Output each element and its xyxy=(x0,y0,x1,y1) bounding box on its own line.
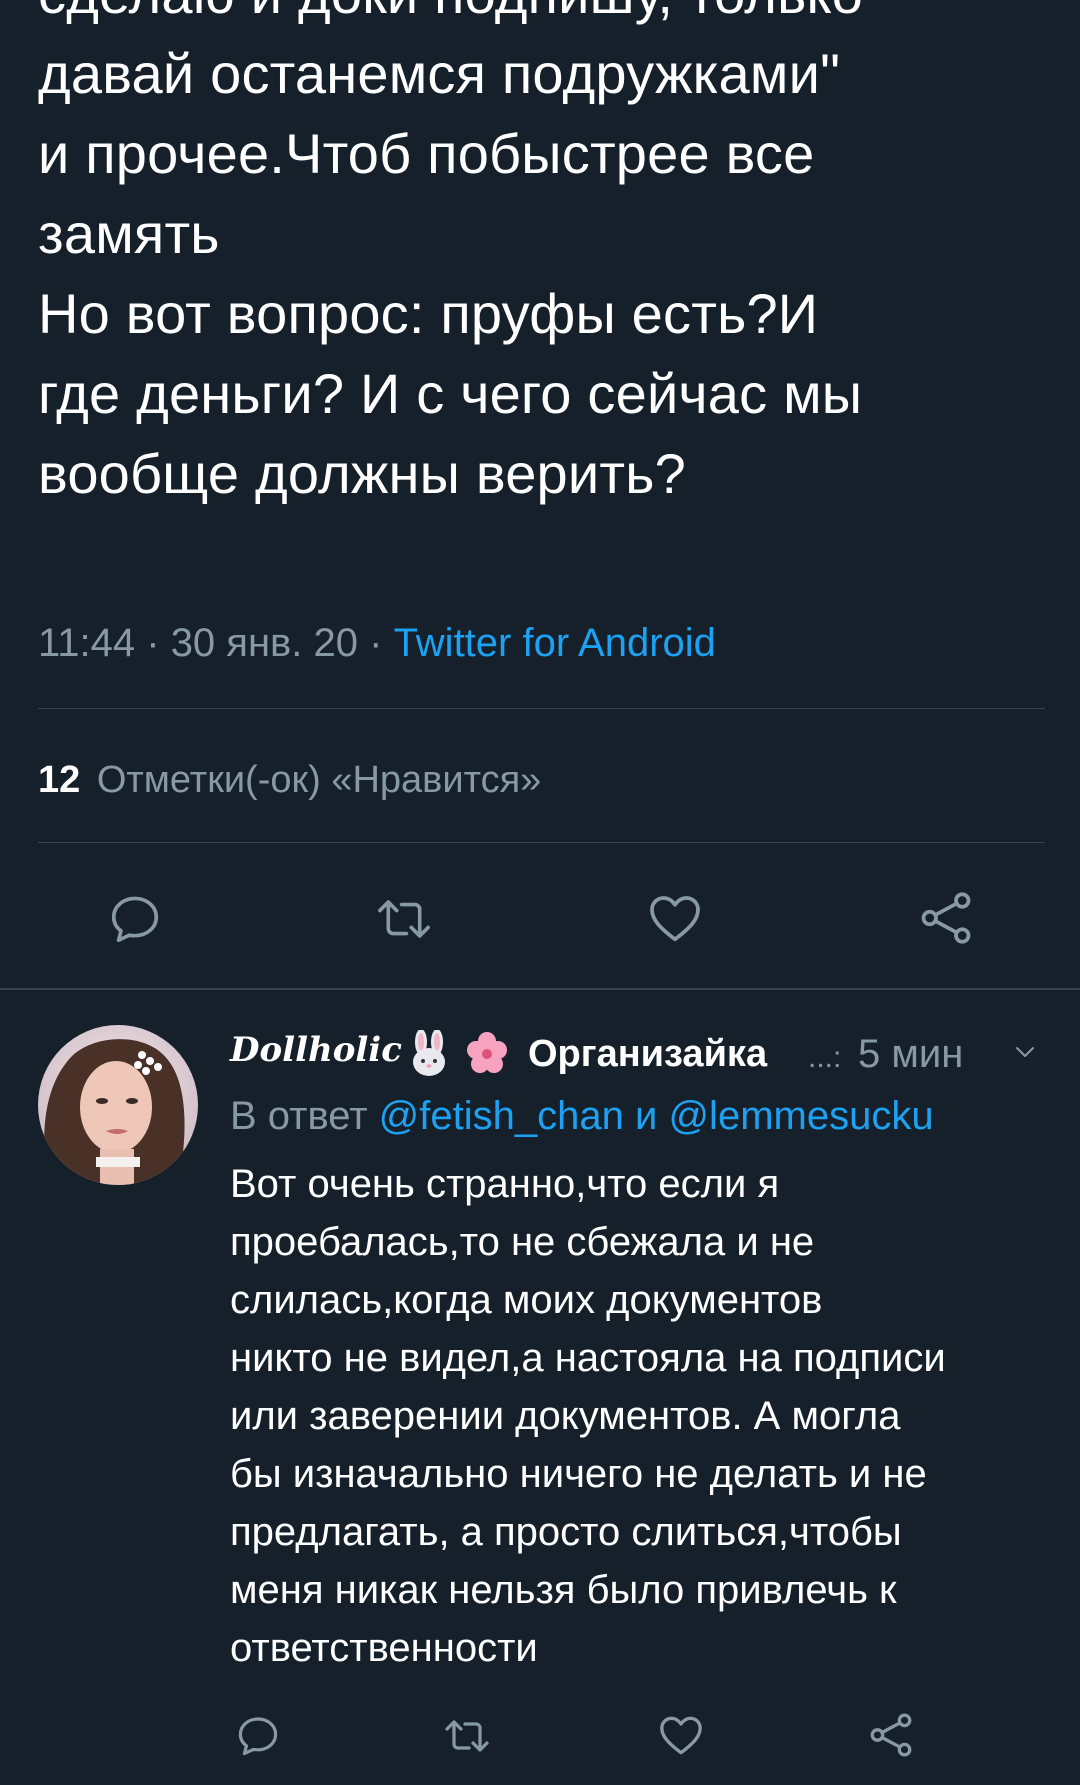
retweet-icon[interactable] xyxy=(440,1712,494,1760)
mention-link[interactable]: @fetish_chan xyxy=(379,1094,624,1138)
retweet-icon[interactable] xyxy=(372,890,436,948)
reply-icon[interactable] xyxy=(234,1712,282,1760)
rabbit-icon xyxy=(413,1030,445,1076)
chevron-down-icon[interactable] xyxy=(1010,1040,1040,1064)
org-name[interactable]: Организайка xyxy=(528,1028,767,1080)
reply-time: 5 мин xyxy=(858,1032,964,1076)
tweet-date: 30 янв. 20 xyxy=(170,621,359,665)
meta-separator: · xyxy=(135,621,171,665)
reply-to-prefix: В ответ xyxy=(230,1094,368,1138)
reply-icon[interactable] xyxy=(106,890,164,948)
tweet-time: 11:44 xyxy=(38,621,136,665)
mention-conjunction[interactable]: и xyxy=(635,1094,657,1138)
main-tweet: сделаю и доки подпишу, только давай оста… xyxy=(0,0,1080,988)
likes-count: 12 xyxy=(38,759,81,801)
mention-link[interactable]: @lemmesucku xyxy=(668,1094,933,1138)
meta-separator: · xyxy=(358,621,394,665)
avatar[interactable] xyxy=(38,1025,198,1185)
reply-header: Dollholic Организайка ...: 5 мин xyxy=(230,1028,1060,1084)
reply-to-line: В ответ @fetish_chan и @lemmesucku xyxy=(230,1090,934,1142)
share-icon[interactable] xyxy=(866,1710,916,1760)
tweet-meta: 11:44 · 30 янв. 20 · Twitter for Android xyxy=(38,618,716,668)
heart-icon[interactable] xyxy=(645,888,705,948)
share-icon[interactable] xyxy=(916,888,976,948)
name-ellipsis: ...: xyxy=(808,1041,842,1074)
likes-label: Отметки(-ок) «Нравится» xyxy=(96,759,542,801)
reply-text: Вот очень странно,что если я проебалась,… xyxy=(230,1162,946,1670)
tweet-text: сделаю и доки подпишу, только давай оста… xyxy=(38,0,863,505)
tweet-separator xyxy=(0,988,1080,990)
divider xyxy=(38,708,1045,709)
tweet-source-link[interactable]: Twitter for Android xyxy=(394,621,716,665)
flower-icon xyxy=(467,1032,507,1073)
display-name[interactable]: Dollholic xyxy=(230,1030,402,1070)
likes-link[interactable]: 12 Отметки(-ок) «Нравится» xyxy=(38,756,541,804)
heart-icon[interactable] xyxy=(656,1710,706,1760)
divider xyxy=(38,842,1045,843)
